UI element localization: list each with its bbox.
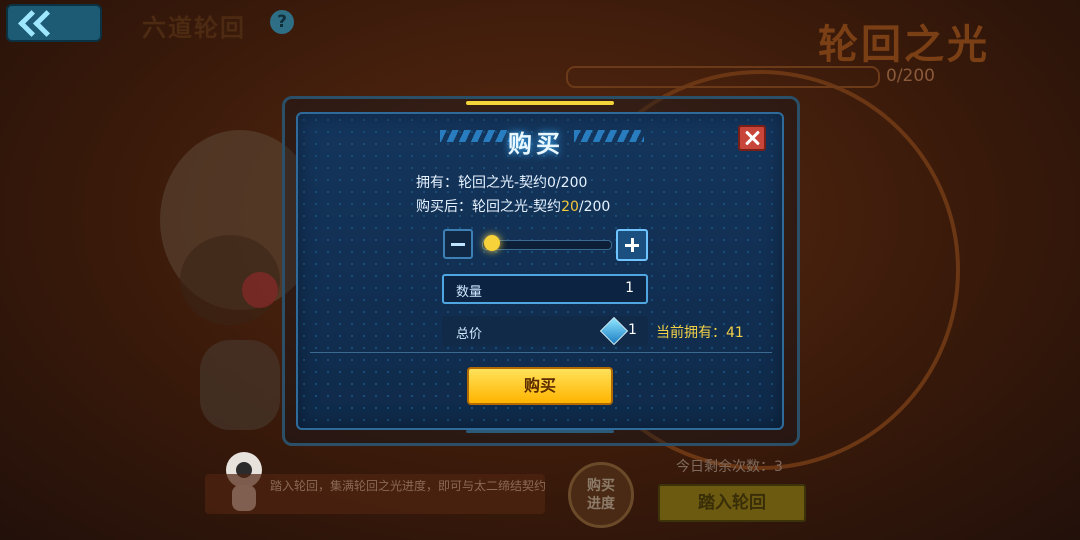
total-price-label: 总价	[456, 327, 483, 342]
after-purchase-value: 20	[561, 199, 579, 215]
title-decoration-left	[440, 130, 510, 142]
buy-button[interactable]: 购买	[467, 367, 613, 405]
quantity-value[interactable]: 1	[600, 280, 634, 296]
total-price-value: 1	[628, 322, 637, 338]
help-icon[interactable]: ?	[270, 10, 294, 34]
light-count: 0/200	[886, 66, 935, 86]
enter-reincarnation-button[interactable]: 踏入轮回	[658, 484, 806, 522]
after-purchase-line: 购买后：轮回之光-契约20/200	[416, 196, 610, 216]
after-purchase-suffix: /200	[578, 199, 611, 215]
quantity-label: 数量	[456, 285, 483, 300]
buy-progress-label: 购买进度	[587, 478, 615, 512]
close-button[interactable]	[738, 125, 766, 151]
dialog-title: 购买	[508, 130, 564, 158]
divider	[310, 352, 772, 353]
close-icon	[744, 130, 760, 146]
buy-progress-button[interactable]: 购买进度	[568, 462, 634, 528]
slider-handle[interactable]	[484, 235, 500, 251]
back-button[interactable]	[6, 4, 102, 42]
chevron-left-icon	[33, 9, 60, 37]
title-decoration-right	[574, 130, 644, 142]
currently-owned: 当前拥有：41	[656, 325, 744, 341]
page-title: 六道轮回	[142, 14, 246, 42]
increase-button[interactable]	[616, 229, 648, 261]
frame-highlight	[466, 101, 614, 105]
remaining-count: 今日剩余次数：3	[676, 459, 783, 475]
owned-line: 拥有：轮回之光-契约0/200	[416, 175, 588, 191]
decrease-button[interactable]	[443, 229, 473, 259]
after-purchase-prefix: 购买后：轮回之光-契约	[416, 199, 562, 215]
quantity-slider[interactable]	[482, 240, 612, 250]
frame-bottom-accent	[466, 430, 614, 433]
tip-text: 踏入轮回，集满轮回之光进度，即可与太二缔结契约	[270, 479, 547, 493]
light-title: 轮回之光	[818, 22, 990, 68]
